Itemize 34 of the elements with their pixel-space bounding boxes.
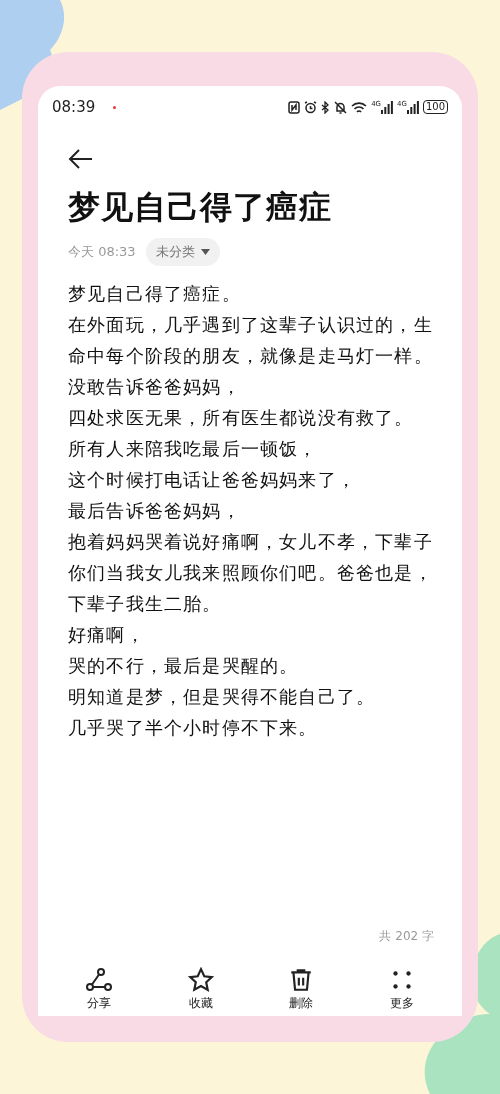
note-paragraph: 最后告诉爸爸妈妈， [68,499,242,523]
toolbar-button[interactable]: 更多 [388,967,415,1012]
signal-icon [381,100,393,114]
note-paragraph: 梦见自己得了癌症。 [68,282,242,306]
signal-icon [406,100,419,114]
note-paragraph: 好痛啊， [68,623,146,647]
caret-icon [200,248,210,256]
note-paragraph: 哭的不行，最后是哭醒的。 [68,654,300,678]
word-count: 共 202 字 [379,928,434,945]
note-paragraph: 几乎哭了半个小时停不下来。 [68,716,319,740]
star-icon [187,967,214,993]
note-title: 梦见自己得了癌症 [68,187,333,228]
toolbar-button[interactable]: 收藏 [187,967,214,1012]
note-date: 今天 08:33 [68,243,136,261]
share-icon [85,967,114,993]
back-button[interactable] [68,148,94,170]
toolbar-button[interactable]: 分享 [85,967,114,1012]
note-paragraph: 四处求医无果，所有医生都说没有救了。 [68,406,415,430]
note-paragraph: 这个时候打电话让爸爸妈妈来了， [68,468,357,492]
note-paragraph: 明知道是梦，但是哭得不能自己了。 [68,685,377,709]
battery-level: 100 [422,100,448,114]
wifi-icon [351,100,368,114]
mute-icon [334,100,348,114]
bluetooth-icon [321,100,331,114]
status-time: 08:39 [52,98,96,116]
alarm-icon [304,100,318,114]
note-paragraph: 在外面玩，几乎遇到了这辈子认识过的，生命中每个阶段的朋友，就像是走马灯一样。 [68,313,434,368]
note-paragraph: 没敢告诉爸爸妈妈， [68,375,242,399]
category-dropdown[interactable]: 未分类 [145,238,220,266]
notification-dot [113,105,117,109]
nfc-icon [288,100,301,114]
note-paragraph: 所有人来陪我吃最后一顿饭， [68,437,319,461]
note-paragraph: 抱着妈妈哭着说好痛啊，女儿不孝，下辈子你们当我女儿我来照顾你们吧。爸爸也是，下辈子我生二胎。 [68,530,434,616]
toolbar-button[interactable]: 删除 [288,967,315,1012]
